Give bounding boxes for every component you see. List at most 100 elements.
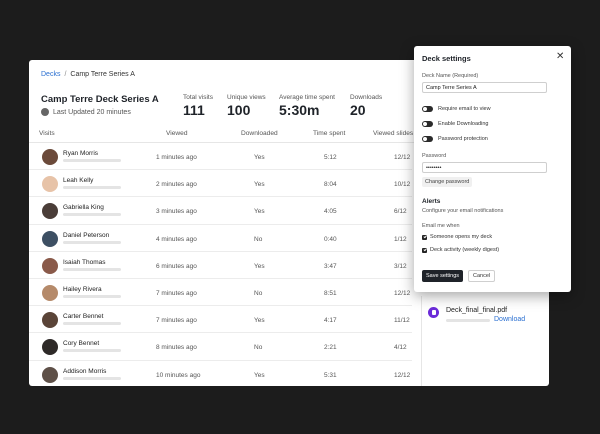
file-name: Deck_final_final.pdf bbox=[446, 307, 508, 314]
viewed-time: 10 minutes ago bbox=[156, 371, 201, 379]
downloaded-status: Yes bbox=[254, 181, 265, 189]
stat-downloads: Downloads 20 bbox=[350, 94, 382, 118]
toggle-require-email[interactable]: Require email to view bbox=[422, 106, 491, 112]
downloaded-status: Yes bbox=[254, 262, 265, 270]
avatar bbox=[42, 339, 58, 356]
stat-total-visits: Total visits 111 bbox=[183, 94, 213, 118]
visitor-name: Daniel Peterson bbox=[63, 231, 110, 239]
downloaded-status: No bbox=[254, 235, 263, 243]
change-password-button[interactable]: Change password bbox=[422, 177, 473, 187]
avatar bbox=[42, 149, 58, 165]
check-deck-activity[interactable]: Deck activity (weekly digest) bbox=[422, 247, 499, 253]
last-updated-text: Last Updated 20 minutes bbox=[53, 108, 131, 116]
time-spent: 4:17 bbox=[324, 317, 337, 325]
stat-average-time: Average time spent 5:30m bbox=[279, 94, 335, 118]
viewed-slides: 12/12 bbox=[394, 371, 411, 379]
visitor-name: Leah Kelly bbox=[63, 177, 94, 185]
breadcrumb-current: Camp Terre Series A bbox=[70, 71, 135, 78]
visitor-name: Ryan Morris bbox=[63, 150, 99, 157]
table-row[interactable]: Leah Kelly 2 minutes ago Yes 8:04 10/12 bbox=[29, 170, 412, 198]
viewed-slides: 3/12 bbox=[394, 262, 407, 270]
stat-label: Unique views bbox=[227, 94, 266, 101]
download-link[interactable]: Download bbox=[494, 316, 525, 323]
avatar bbox=[42, 176, 58, 193]
downloaded-status: No bbox=[254, 289, 263, 297]
table-row[interactable]: Hailey Rivera 7 minutes ago No 8:51 12/1… bbox=[29, 279, 412, 307]
alerts-subtitle: Configure your email notifications bbox=[422, 208, 504, 214]
password-field[interactable] bbox=[422, 162, 547, 173]
viewed-time: 8 minutes ago bbox=[156, 344, 197, 352]
downloaded-status: Yes bbox=[254, 317, 265, 325]
deck-settings-panel: Deck settings ✕ Deck Name (Required) Req… bbox=[414, 46, 571, 292]
deck-name-label: Deck Name (Required) bbox=[422, 73, 479, 79]
column-time-spent[interactable]: Time spent bbox=[313, 130, 345, 137]
save-settings-button[interactable]: Save settings bbox=[422, 270, 464, 282]
table-row[interactable]: Isaiah Thomas 6 minutes ago Yes 3:47 3/1… bbox=[29, 252, 412, 279]
viewed-time: 1 minutes ago bbox=[156, 154, 197, 161]
deck-name-input[interactable] bbox=[422, 82, 547, 93]
checkbox-label: Deck activity (weekly digest) bbox=[430, 247, 500, 253]
viewed-time: 7 minutes ago bbox=[156, 317, 197, 325]
stat-unique-views: Unique views 100 bbox=[227, 94, 266, 118]
time-spent: 0:40 bbox=[324, 235, 337, 243]
viewed-slides: 10/12 bbox=[394, 181, 411, 189]
viewed-time: 7 minutes ago bbox=[156, 289, 197, 297]
time-spent: 2:21 bbox=[324, 344, 337, 352]
visitor-name: Gabriella King bbox=[63, 204, 104, 212]
viewed-time: 6 minutes ago bbox=[156, 262, 197, 270]
checkbox-label: Someone opens my deck bbox=[430, 234, 493, 240]
visitor-name: Addison Morris bbox=[63, 367, 107, 375]
email-placeholder-bar bbox=[63, 186, 121, 190]
table-row[interactable]: Gabriella King 3 minutes ago Yes 4:05 6/… bbox=[29, 197, 412, 225]
checkbox[interactable] bbox=[422, 247, 427, 253]
toggle-switch[interactable] bbox=[422, 121, 433, 127]
avatar bbox=[42, 312, 58, 329]
column-viewed[interactable]: Viewed bbox=[166, 130, 188, 137]
toggle-password-protection[interactable]: Password protection bbox=[422, 136, 488, 142]
email-placeholder-bar bbox=[63, 376, 121, 380]
visitor-name: Carter Bennet bbox=[63, 313, 104, 321]
alerts-title: Alerts bbox=[422, 198, 441, 205]
viewed-time: 3 minutes ago bbox=[156, 208, 197, 216]
column-viewed-slides[interactable]: Viewed slides bbox=[373, 130, 413, 137]
toggle-enable-downloading[interactable]: Enable Downloading bbox=[422, 121, 488, 127]
settings-title: Deck settings bbox=[422, 54, 471, 63]
toggle-switch[interactable] bbox=[422, 136, 433, 142]
last-updated: Last Updated 20 minutes bbox=[41, 108, 131, 116]
close-icon[interactable]: ✕ bbox=[556, 52, 564, 62]
pdf-file-icon bbox=[428, 307, 439, 318]
table-row[interactable]: Addison Morris 10 minutes ago Yes 5:31 1… bbox=[29, 361, 412, 387]
column-visits[interactable]: Visits bbox=[39, 130, 55, 137]
downloaded-status: Yes bbox=[254, 371, 265, 379]
downloaded-status: Yes bbox=[254, 208, 265, 216]
visitor-name: Isaiah Thomas bbox=[63, 258, 106, 266]
table-row[interactable]: Daniel Peterson 4 minutes ago No 0:40 1/… bbox=[29, 225, 412, 252]
column-downloaded[interactable]: Downloaded bbox=[241, 130, 278, 137]
toggle-switch[interactable] bbox=[422, 106, 433, 112]
toggle-label: Password protection bbox=[438, 136, 488, 142]
time-spent: 5:31 bbox=[324, 371, 337, 379]
clock-icon bbox=[41, 108, 49, 116]
downloaded-status: Yes bbox=[254, 154, 265, 161]
avatar bbox=[42, 284, 58, 301]
viewed-time: 2 minutes ago bbox=[156, 181, 197, 189]
checkbox[interactable] bbox=[422, 234, 427, 240]
table-row[interactable]: Carter Bennet 7 minutes ago Yes 4:17 11/… bbox=[29, 306, 412, 334]
toggle-label: Enable Downloading bbox=[438, 121, 489, 127]
email-placeholder-bar bbox=[63, 240, 121, 244]
viewed-slides: 11/12 bbox=[394, 317, 410, 325]
email-me-when-label: Email me when bbox=[422, 223, 460, 229]
toggle-label: Require email to view bbox=[438, 106, 491, 112]
check-someone-opens[interactable]: Someone opens my deck bbox=[422, 234, 492, 240]
visitor-name: Hailey Rivera bbox=[63, 285, 102, 293]
viewed-time: 4 minutes ago bbox=[156, 235, 197, 243]
table-row[interactable]: Cory Bennet 8 minutes ago No 2:21 4/12 bbox=[29, 333, 412, 361]
breadcrumb-separator: / bbox=[64, 71, 67, 78]
cancel-button[interactable]: Cancel bbox=[468, 270, 496, 282]
breadcrumb: Decks / Camp Terre Series A bbox=[41, 71, 135, 78]
stat-value: 111 bbox=[183, 102, 205, 118]
table-row[interactable]: Ryan Morris 1 minutes ago Yes 5:12 12/12 bbox=[29, 143, 412, 171]
stat-label: Downloads bbox=[350, 94, 383, 101]
breadcrumb-decks-link[interactable]: Decks bbox=[41, 71, 60, 78]
viewed-slides: 12/12 bbox=[394, 154, 411, 161]
